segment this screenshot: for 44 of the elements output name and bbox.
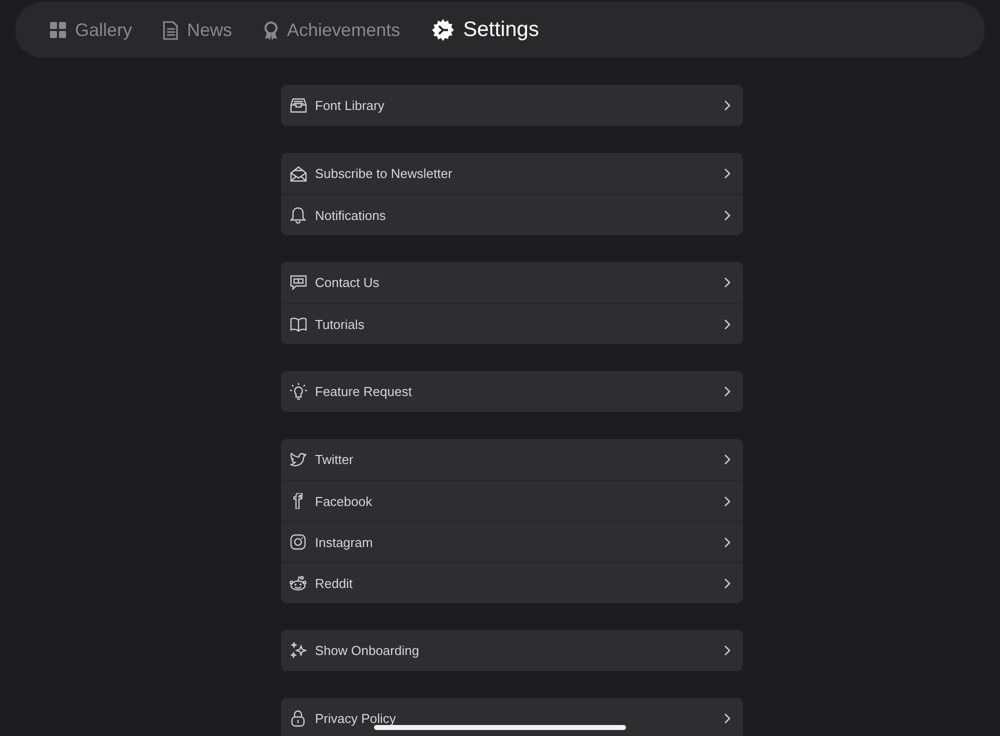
chevron-right-icon: [724, 496, 731, 506]
lightbulb-icon: [290, 383, 306, 400]
tab[interactable]: Gallery: [49, 20, 132, 40]
award-ribbon-icon: [263, 20, 280, 40]
chevron-right-icon: [724, 277, 731, 288]
settings-row[interactable]: Show Onboarding: [281, 630, 743, 671]
sparkles-icon: [290, 642, 306, 659]
settings-icon: [431, 18, 456, 42]
camera-icon: [290, 534, 306, 550]
chevron-right-icon: [724, 536, 731, 548]
tray-icon: [290, 98, 306, 113]
tab[interactable]: Achievements: [263, 20, 400, 40]
settings-row[interactable]: Notifications: [281, 194, 743, 235]
settings-row[interactable]: Subscribe to Newsletter: [281, 153, 743, 194]
chevron-right-icon: [724, 578, 731, 588]
settings-row[interactable]: Feature Request: [281, 371, 743, 412]
settings-row[interactable]: Contact Us: [281, 262, 743, 303]
chevron-right-icon: [724, 386, 731, 397]
tab[interactable]: News: [163, 20, 232, 40]
chevron-right-icon: [724, 100, 731, 111]
bell-icon: [290, 206, 306, 224]
chevron-right-icon: [724, 210, 731, 220]
chevron-right-icon: [724, 454, 731, 465]
chevron-right-icon: [724, 168, 731, 179]
settings-row[interactable]: Instagram: [281, 521, 743, 562]
speech-bubble-icon: [290, 274, 306, 290]
settings-row[interactable]: Facebook: [281, 480, 743, 521]
chevron-right-icon: [724, 713, 731, 724]
settings-row[interactable]: Twitter: [281, 439, 743, 480]
grid-icon: [49, 21, 67, 39]
settings-row[interactable]: Privacy Policy: [281, 698, 743, 736]
lock-icon: [291, 710, 305, 727]
envelope-icon: [290, 166, 306, 182]
bird-icon: [290, 452, 306, 467]
open-book-icon: [290, 316, 306, 332]
tab[interactable]: Settings: [431, 18, 539, 42]
settings-row[interactable]: Font Library: [281, 85, 743, 126]
document-icon: [163, 20, 180, 40]
letter-f-icon: [293, 493, 303, 509]
settings-row[interactable]: Reddit: [281, 562, 743, 603]
chevron-right-icon: [724, 318, 731, 330]
alien-head-icon: [289, 576, 307, 590]
settings-row[interactable]: Tutorials: [281, 303, 743, 344]
chevron-right-icon: [724, 645, 731, 656]
